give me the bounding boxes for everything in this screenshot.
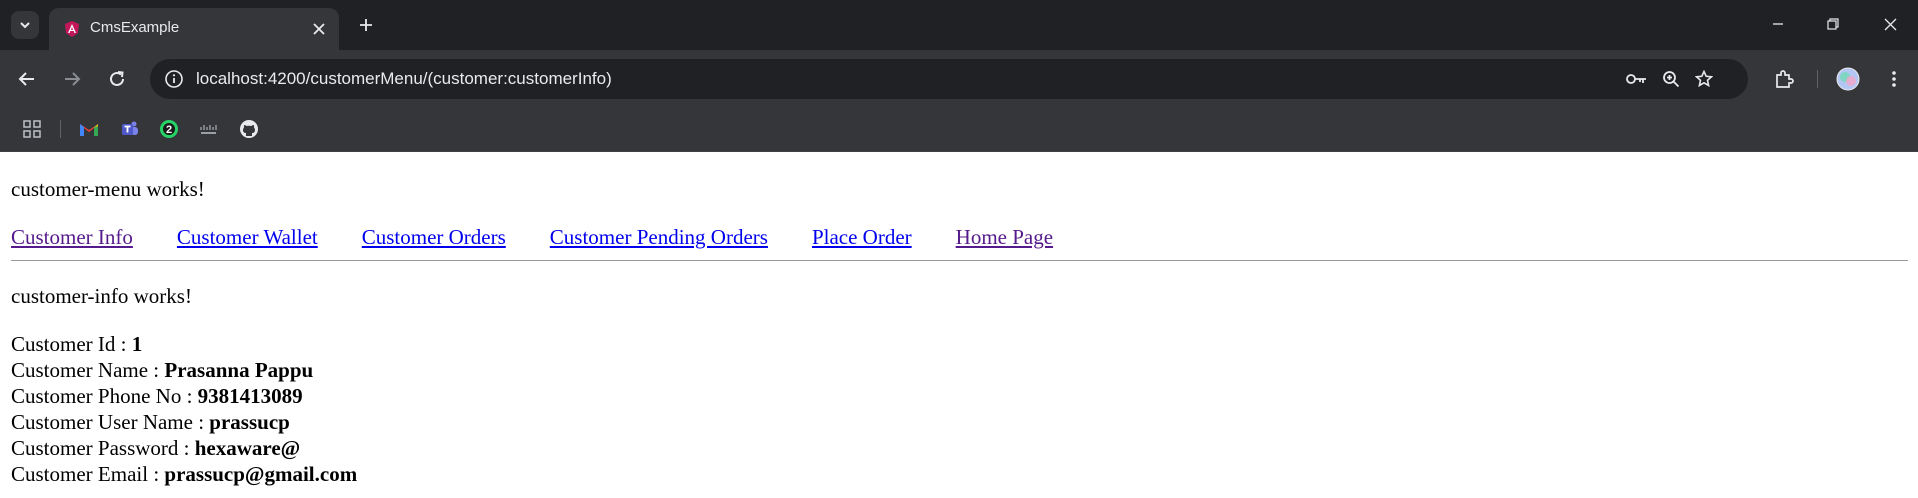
zoom-icon[interactable] — [1660, 68, 1682, 90]
reload-icon — [110, 71, 124, 86]
more-menu-icon[interactable] — [1880, 65, 1908, 93]
bookmarks-bar: 2 — [0, 108, 1918, 152]
info-icon[interactable] — [164, 69, 184, 89]
detail-label: Customer Phone No : — [11, 384, 198, 408]
customer-info-heading: customer-info works! — [11, 284, 192, 308]
bookmarks-divider — [60, 120, 61, 138]
whatsapp-badge: 2 — [166, 124, 172, 136]
detail-customer-id: Customer Id : 1 — [11, 331, 1907, 357]
detail-label: Customer Email : — [11, 462, 165, 486]
detail-label: Customer Id : — [11, 332, 132, 356]
horizontal-rule — [11, 260, 1908, 261]
restore-button[interactable] — [1819, 10, 1847, 38]
arrow-right-icon — [65, 72, 81, 86]
password-key-icon[interactable] — [1626, 68, 1648, 90]
active-tab[interactable]: CmsExample — [49, 8, 339, 50]
plus-icon — [360, 19, 372, 31]
github-icon[interactable] — [238, 118, 260, 140]
home-page-link[interactable]: Home Page — [956, 225, 1053, 250]
close-icon — [313, 23, 325, 35]
detail-customer-phone: Customer Phone No : 9381413089 — [11, 383, 1907, 409]
detail-value: hexaware@ — [194, 436, 301, 460]
url-text[interactable]: localhost:4200/customerMenu/(customer:cu… — [196, 69, 612, 89]
restore-icon — [1827, 18, 1839, 30]
star-icon[interactable] — [1693, 68, 1715, 90]
angular-icon — [65, 21, 79, 37]
whatsapp-icon[interactable]: 2 — [158, 118, 180, 140]
detail-label: Customer Password : — [11, 436, 195, 460]
tab-strip: CmsExample — [0, 0, 1918, 50]
detail-customer-username: Customer User Name : prassucp — [11, 409, 1907, 435]
browser-chrome: CmsExample localhost:4200/customerMenu/(… — [0, 0, 1918, 152]
address-bar[interactable]: localhost:4200/customerMenu/(customer:cu… — [150, 59, 1748, 99]
customer-menu-heading: customer-menu works! — [11, 177, 205, 201]
tab-close-button[interactable] — [309, 19, 329, 39]
customer-info-link[interactable]: Customer Info — [11, 225, 133, 250]
customer-details: Customer Id : 1 Customer Name : Prasanna… — [11, 331, 1907, 487]
teams-icon[interactable] — [119, 118, 141, 140]
detail-value: Prasanna Pappu — [164, 358, 314, 382]
page-content: customer-menu works! Customer Info Custo… — [0, 152, 1918, 487]
detail-label: Customer Name : — [11, 358, 165, 382]
forward-button[interactable] — [58, 65, 86, 93]
detail-value: 1 — [131, 332, 143, 356]
detail-value: prassucp — [209, 410, 290, 434]
apps-icon[interactable] — [21, 118, 43, 140]
back-button[interactable] — [13, 65, 41, 93]
detail-label: Customer User Name : — [11, 410, 210, 434]
minimize-icon — [1773, 23, 1783, 25]
extensions-icon[interactable] — [1770, 65, 1798, 93]
customer-menu-nav: Customer Info Customer Wallet Customer O… — [11, 225, 1907, 250]
close-icon — [1884, 18, 1896, 30]
chevron-down-icon — [20, 22, 30, 29]
new-tab-button[interactable] — [354, 13, 378, 37]
detail-customer-password: Customer Password : hexaware@ — [11, 435, 1907, 461]
close-window-button[interactable] — [1876, 10, 1904, 38]
customer-pending-orders-link[interactable]: Customer Pending Orders — [550, 225, 768, 250]
reload-button[interactable] — [103, 65, 131, 93]
detail-customer-email: Customer Email : prassucp@gmail.com — [11, 461, 1907, 487]
detail-value: prassucp@gmail.com — [164, 462, 358, 486]
customer-wallet-link[interactable]: Customer Wallet — [177, 225, 318, 250]
profile-avatar[interactable] — [1834, 65, 1862, 93]
tab-title: CmsExample — [90, 19, 180, 36]
browser-toolbar: localhost:4200/customerMenu/(customer:cu… — [0, 50, 1918, 108]
toolbar-divider — [1817, 70, 1818, 88]
cisco-icon[interactable] — [198, 118, 220, 140]
arrow-left-icon — [18, 72, 34, 86]
place-order-link[interactable]: Place Order — [812, 225, 912, 250]
customer-orders-link[interactable]: Customer Orders — [362, 225, 506, 250]
gmail-icon[interactable] — [78, 118, 100, 140]
tab-search-button[interactable] — [11, 11, 39, 39]
detail-customer-name: Customer Name : Prasanna Pappu — [11, 357, 1907, 383]
minimize-button[interactable] — [1764, 10, 1792, 38]
detail-value: 9381413089 — [197, 384, 303, 408]
